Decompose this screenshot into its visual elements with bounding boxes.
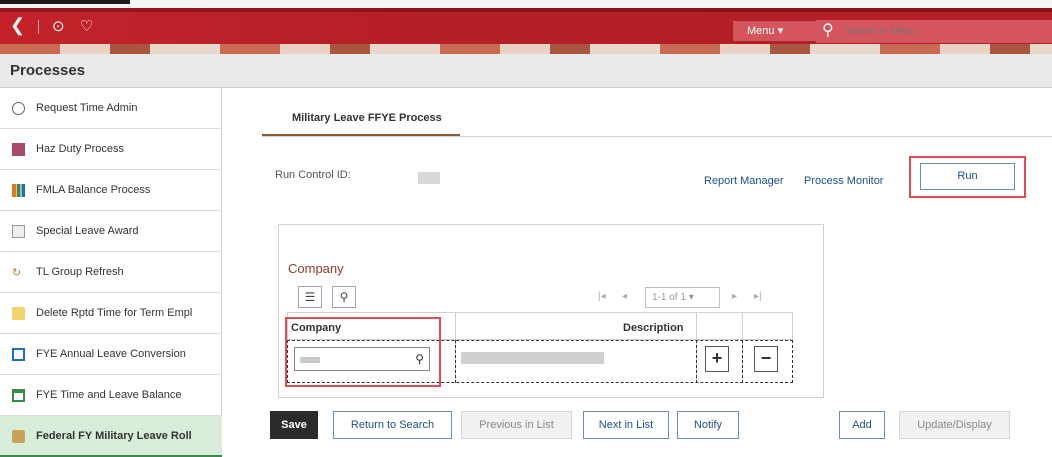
title-bar: Processes <box>0 54 1052 88</box>
sidebar-item-label: Federal FY Military Leave Roll <box>36 430 192 442</box>
sidebar-item-tl-group-refresh[interactable]: ↻ TL Group Refresh <box>0 252 222 293</box>
delete-row-button[interactable]: − <box>754 346 778 372</box>
update-display-button[interactable]: Update/Display <box>899 411 1010 439</box>
page-title: Processes <box>10 62 86 79</box>
menu-search-input[interactable] <box>846 24 1046 38</box>
process-monitor-link[interactable]: Process Monitor <box>804 175 883 187</box>
header-bar: ❮ ⊙ ♡ Menu ▾ ⚲ <box>0 8 1052 44</box>
search-icon[interactable]: ⚲ <box>822 20 834 40</box>
folder-icon <box>12 430 25 443</box>
previous-in-list-button[interactable]: Previous in List <box>461 411 572 439</box>
sidebar-item-federal-fy-military-leave-roll[interactable]: Federal FY Military Leave Roll <box>0 416 222 457</box>
sidebar-item-special-leave-award[interactable]: Special Leave Award <box>0 211 222 252</box>
save-button[interactable]: Save <box>270 411 318 439</box>
sidebar-item-label: Haz Duty Process <box>36 143 125 155</box>
description-value <box>461 352 604 364</box>
sidebar-item-fmla-balance-process[interactable]: FMLA Balance Process <box>0 170 222 211</box>
first-page-icon[interactable]: |◂ <box>598 291 606 302</box>
report-icon <box>12 143 25 156</box>
calendar-icon <box>12 389 25 402</box>
back-icon[interactable]: ❮ <box>10 16 25 34</box>
cell-divider <box>455 340 456 383</box>
sidebar-item-delete-rptd-time[interactable]: Delete Rptd Time for Term Empl <box>0 293 222 334</box>
next-in-list-button[interactable]: Next in List <box>583 411 669 439</box>
sidebar: Request Time Admin Haz Duty Process FMLA… <box>0 88 222 457</box>
tab-divider <box>262 136 1052 137</box>
previous-page-icon[interactable]: ◂ <box>622 291 627 302</box>
recent-history-icon[interactable]: ⊙ <box>52 18 65 36</box>
sidebar-item-label: Special Leave Award <box>36 225 139 237</box>
sidebar-item-haz-duty-process[interactable]: Haz Duty Process <box>0 129 222 170</box>
favorites-heart-icon[interactable]: ♡ <box>80 18 93 36</box>
add-button[interactable]: Add <box>839 411 885 439</box>
clock-icon <box>12 102 25 115</box>
report-manager-link[interactable]: Report Manager <box>704 175 784 187</box>
run-control-label: Run Control ID: <box>275 169 351 181</box>
notify-button[interactable]: Notify <box>677 411 739 439</box>
page-range-select[interactable]: 1-1 of 1 ▾ <box>645 287 720 308</box>
sidebar-item-fye-annual-leave-conversion[interactable]: FYE Annual Leave Conversion <box>0 334 222 375</box>
sidebar-item-label: Delete Rptd Time for Term Empl <box>36 307 193 319</box>
header-decorative-banner <box>0 44 1052 54</box>
award-icon <box>12 225 25 238</box>
company-value <box>300 357 320 363</box>
personalize-grid-icon[interactable]: ☰ <box>298 286 322 308</box>
cell-divider <box>742 340 743 383</box>
company-input[interactable]: ⚲ <box>294 347 430 371</box>
grid-title: Company <box>288 261 344 276</box>
delete-time-icon <box>12 307 25 320</box>
run-control-value <box>418 172 440 184</box>
bar-chart-icon <box>12 184 25 197</box>
sidebar-item-label: FYE Annual Leave Conversion <box>36 348 186 360</box>
sidebar-item-label: Request Time Admin <box>36 102 138 114</box>
calendar-convert-icon <box>12 348 25 361</box>
sidebar-item-label: FMLA Balance Process <box>36 184 151 196</box>
run-button[interactable]: Run <box>920 163 1015 190</box>
sidebar-item-fye-time-and-leave-balance[interactable]: FYE Time and Leave Balance <box>0 375 222 416</box>
sidebar-item-label: FYE Time and Leave Balance <box>36 389 182 401</box>
top-strip <box>0 0 1052 8</box>
lookup-search-icon[interactable]: ⚲ <box>415 352 424 366</box>
sidebar-item-request-time-admin[interactable]: Request Time Admin <box>0 88 222 129</box>
grid-search-icon[interactable]: ⚲ <box>332 286 356 308</box>
sidebar-item-label: TL Group Refresh <box>36 266 124 278</box>
refresh-icon: ↻ <box>12 267 22 279</box>
menu-button[interactable]: Menu ▾ <box>733 21 816 41</box>
next-page-icon[interactable]: ▸ <box>732 291 737 302</box>
cell-divider <box>696 340 697 383</box>
tab-military-leave-ffye-process[interactable]: Military Leave FFYE Process <box>262 101 460 134</box>
return-to-search-button[interactable]: Return to Search <box>333 411 452 439</box>
header-divider <box>38 20 39 34</box>
column-header-description: Description <box>623 322 684 334</box>
add-row-button[interactable]: + <box>705 346 729 372</box>
last-page-icon[interactable]: ▸| <box>754 291 762 302</box>
